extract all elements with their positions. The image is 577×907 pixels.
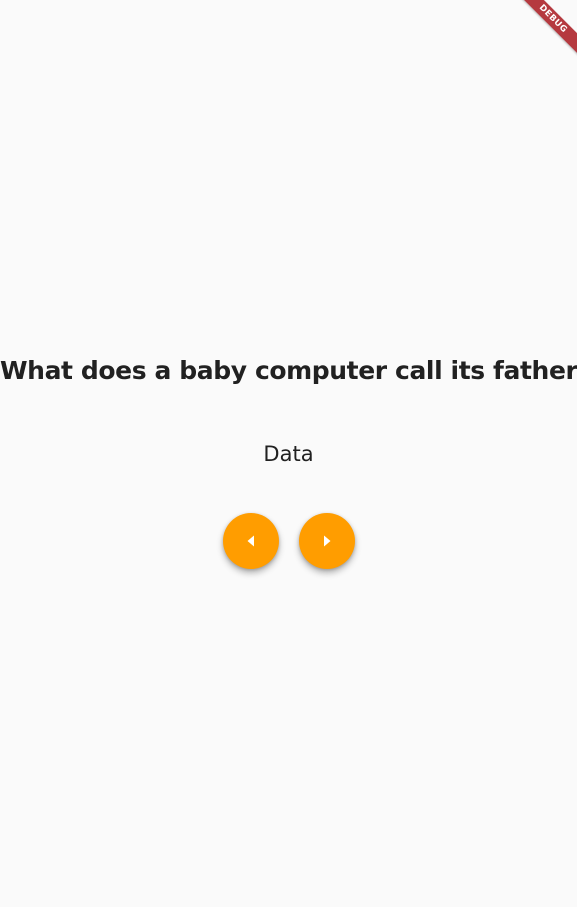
debug-banner: DEBUG <box>507 0 577 70</box>
next-button[interactable] <box>299 513 355 569</box>
caret-left-icon <box>247 535 254 547</box>
debug-banner-ribbon: DEBUG <box>512 0 577 60</box>
debug-banner-label: DEBUG <box>536 2 570 36</box>
joke-question: What does a baby computer call its fathe… <box>0 356 577 385</box>
app-screen: What does a baby computer call its fathe… <box>0 0 577 907</box>
joke-answer: Data <box>263 442 314 466</box>
caret-right-icon <box>324 535 331 547</box>
previous-button[interactable] <box>223 513 279 569</box>
